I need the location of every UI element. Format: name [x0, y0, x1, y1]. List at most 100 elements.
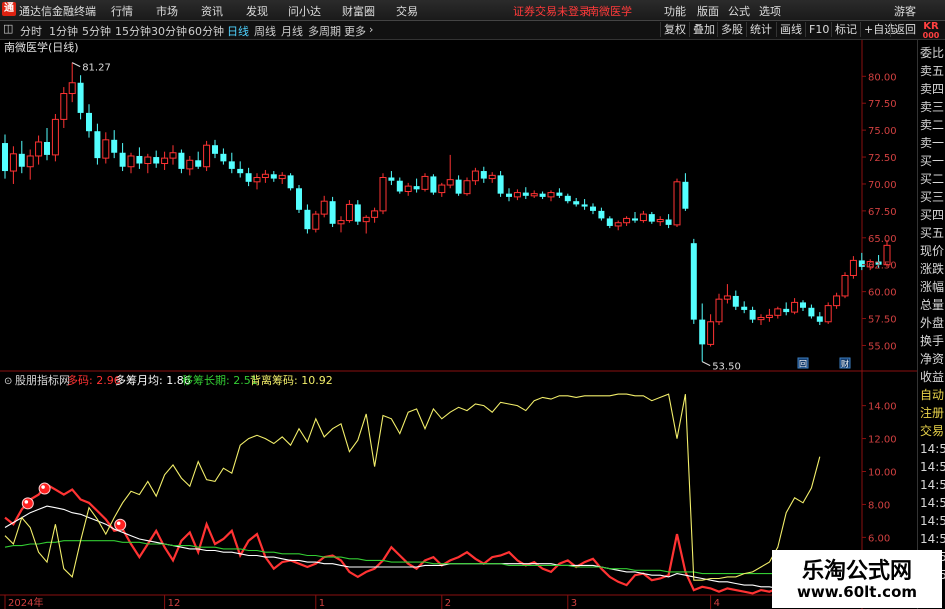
menu-gongneng[interactable]: 功能	[664, 3, 686, 19]
side-row-13[interactable]: 涨幅	[918, 278, 945, 296]
side-row-16[interactable]: 换手	[918, 332, 945, 350]
side-row-18[interactable]: 收益	[918, 368, 945, 386]
indicator-legend: ⊙ 股朋指标网 多码: 2.96 多筹月均: 1.86 移筹长期: 2.51 背…	[4, 373, 333, 387]
tool-tongji[interactable]: 统计	[746, 22, 775, 37]
period-5min[interactable]: 5分钟	[82, 23, 111, 39]
side-row-8[interactable]: 买三	[918, 188, 945, 206]
side-row-20[interactable]: 注册	[918, 404, 945, 422]
menu-zixun[interactable]: 资讯	[201, 3, 223, 19]
period-monthly[interactable]: 月线	[281, 23, 303, 39]
tool-duogu[interactable]: 多股	[717, 22, 746, 37]
period-fenshi[interactable]: 分时	[20, 23, 42, 39]
side-row-23[interactable]: 14:55	[918, 458, 945, 476]
guest-login[interactable]: 游客	[894, 3, 916, 19]
side-row-3[interactable]: 卖三	[918, 98, 945, 116]
legend-yichou-changqi: 移筹长期: 2.51	[182, 373, 258, 387]
candle-body	[800, 302, 806, 308]
tool-huaxian[interactable]: 画线	[776, 22, 805, 37]
side-row-25[interactable]: 14:56	[918, 494, 945, 512]
candle-body	[707, 321, 715, 345]
side-row-17[interactable]: 净资	[918, 350, 945, 368]
ind-y-tick-label: 14.00	[868, 402, 897, 413]
main-y-tick-label: 77.50	[868, 99, 897, 110]
quote-side-panel: 委比 卖五 卖四 卖三 卖二 卖一 买一 买二 买三 买四 买五 现价 涨跌 涨幅 总量 外盘 换手 净资 收益 自动…	[917, 40, 945, 609]
candle-body	[690, 243, 697, 320]
side-row-7[interactable]: 买二	[918, 170, 945, 188]
candle	[690, 238, 697, 324]
period-15min[interactable]: 15分钟	[115, 23, 151, 39]
period-1min[interactable]: 1分钟	[49, 23, 78, 39]
period-weekly[interactable]: 周线	[254, 23, 276, 39]
candle-body	[379, 177, 387, 212]
candle-body	[841, 274, 849, 297]
candle-body	[320, 200, 328, 215]
kr-badge-sub: 000	[922, 31, 940, 40]
menu-hangqing[interactable]: 行情	[111, 3, 133, 19]
side-row-2[interactable]: 卖四	[918, 80, 945, 98]
window-restore-icon[interactable]: ◫	[3, 22, 13, 35]
side-row-14[interactable]: 总量	[918, 296, 945, 314]
chart-background	[0, 40, 917, 609]
candle-body	[312, 213, 320, 230]
candle	[51, 113, 59, 162]
menu-wenxiaoda[interactable]: 问小达	[288, 3, 321, 19]
side-row-6[interactable]: 买一	[918, 152, 945, 170]
tool-fuquan[interactable]: 复权	[660, 22, 689, 37]
x-tick-label: 3	[571, 598, 577, 609]
side-row-19[interactable]: 自动	[918, 386, 945, 404]
side-row-24[interactable]: 14:56	[918, 476, 945, 494]
menu-xuanxiang[interactable]: 选项	[759, 3, 781, 19]
ind-y-tick-label: 6.00	[868, 533, 890, 544]
side-row-10[interactable]: 买五	[918, 224, 945, 242]
indicator-name[interactable]: 股朋指标网	[15, 373, 70, 387]
side-row-15[interactable]: 外盘	[918, 314, 945, 332]
candle-body	[278, 174, 286, 180]
side-row-4[interactable]: 卖二	[918, 116, 945, 134]
side-row-27[interactable]: 14:56	[918, 530, 945, 548]
ind-y-tick-label: 8.00	[868, 500, 890, 511]
indicator-collapse-icon[interactable]: ⊙	[4, 376, 12, 387]
side-row-26[interactable]: 14:56	[918, 512, 945, 530]
tool-biaoji[interactable]: 标记	[831, 22, 860, 37]
period-daily[interactable]: 日线	[227, 23, 249, 39]
login-status[interactable]: 证券交易未登录	[513, 3, 590, 19]
side-row-9[interactable]: 买四	[918, 206, 945, 224]
candle-body	[682, 181, 689, 209]
side-row-1[interactable]: 卖五	[918, 62, 945, 80]
candle-body	[388, 177, 395, 181]
candle-body	[413, 186, 420, 190]
side-row-11[interactable]: 现价	[918, 242, 945, 260]
main-y-tick-label: 75.00	[868, 126, 897, 137]
tool-diejia[interactable]: 叠加	[689, 22, 718, 37]
chevron-right-icon[interactable]: ›	[369, 23, 373, 36]
side-row-21[interactable]: 交易	[918, 422, 945, 440]
main-y-tick-label: 72.50	[868, 153, 897, 164]
watermark-url: www.60lt.com	[796, 583, 918, 601]
menu-faxian[interactable]: 发现	[246, 3, 268, 19]
period-multi[interactable]: 多周期	[308, 23, 341, 39]
candle	[824, 302, 832, 324]
menu-shichang[interactable]: 市场	[156, 3, 178, 19]
candle-body	[741, 306, 748, 310]
candle	[329, 196, 336, 228]
kline-chart[interactable]: 81.27 53.50 回 财 80.00 77.50 75.00 72.50 70.00 67…	[0, 40, 917, 609]
menu-jiaoyi[interactable]: 交易	[396, 3, 418, 19]
side-row-22[interactable]: 14:55	[918, 440, 945, 458]
candle-body	[111, 139, 118, 153]
candle-body	[2, 143, 8, 172]
side-row-5[interactable]: 卖一	[918, 134, 945, 152]
period-60min[interactable]: 60分钟	[188, 23, 224, 39]
menu-gongshi[interactable]: 公式	[728, 3, 750, 19]
menu-banmian[interactable]: 版面	[697, 3, 719, 19]
side-row-0[interactable]: 委比	[918, 44, 945, 62]
candle-body	[816, 316, 823, 322]
period-30min[interactable]: 30分钟	[151, 23, 187, 39]
period-more[interactable]: 更多	[344, 23, 366, 39]
candle-body	[35, 141, 43, 157]
candle	[296, 185, 302, 214]
candle-body	[127, 155, 135, 168]
menu-caifuquan[interactable]: 财富圈	[342, 3, 375, 19]
side-row-12[interactable]: 涨跌	[918, 260, 945, 278]
tool-back[interactable]: 返回	[890, 22, 919, 37]
tool-f10[interactable]: F10	[805, 22, 832, 37]
